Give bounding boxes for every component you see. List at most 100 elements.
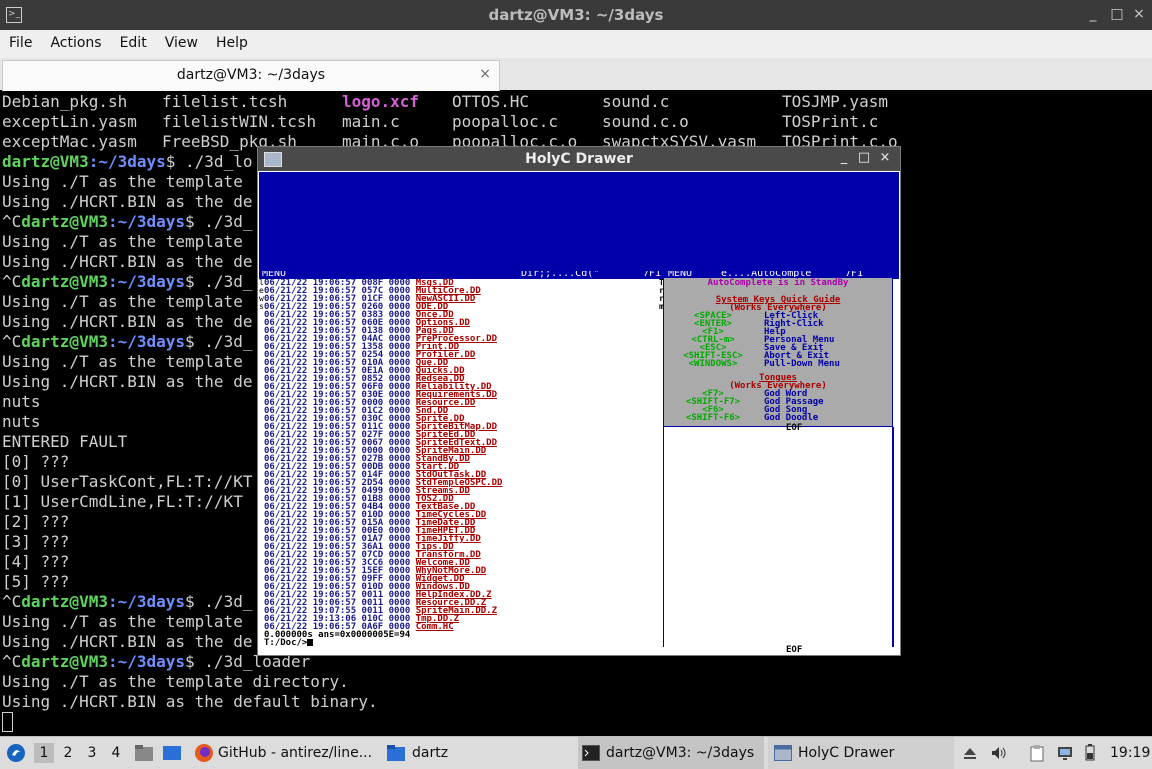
tab-bar: dartz@VM3: ~/3days × <box>0 58 1152 91</box>
maximize-button[interactable]: □ <box>1108 5 1126 23</box>
prompt-line: ^Cdartz@VM3:~/3days$ ./3d_ <box>2 272 252 292</box>
command: ./3d_ <box>204 332 253 351</box>
minimize-button[interactable]: _ <box>1084 5 1102 23</box>
menu-help[interactable]: Help <box>207 30 257 51</box>
help-key: <SHIFT-F6> <box>685 413 741 423</box>
task-holyc[interactable]: HolyC Drawer <box>768 737 954 769</box>
workspace-2[interactable]: 2 <box>58 743 78 763</box>
command: ./3d_lo <box>185 152 253 171</box>
output-line: ENTERED FAULT <box>2 432 128 451</box>
prompt-suffix: $ <box>185 652 205 671</box>
file-entry: poopalloc.c <box>452 112 558 131</box>
task-label: GitHub - antirez/line... <box>218 745 373 761</box>
holyc-canvas[interactable] <box>259 172 899 272</box>
output-line: [4] ??? <box>2 552 70 571</box>
clipboard-icon[interactable] <box>1028 737 1046 769</box>
output-line: nuts <box>2 392 41 411</box>
prompt-suffix: $ <box>185 332 205 351</box>
prompt-user: dartz@VM3 <box>21 212 108 231</box>
power-icon[interactable] <box>1082 737 1098 769</box>
show-desktop-icon[interactable] <box>162 737 182 769</box>
volume-icon[interactable] <box>990 737 1008 769</box>
output-line: Using ./T as the template <box>2 232 243 251</box>
workspace-4[interactable]: 4 <box>106 743 126 763</box>
prompt-user: dartz@VM3 <box>21 592 108 611</box>
scrollbar[interactable] <box>892 427 894 647</box>
tab-close-button[interactable]: × <box>479 66 491 82</box>
task-label: dartz <box>412 745 449 761</box>
task-label: dartz@VM3: ~/3days <box>606 745 755 761</box>
holyc-prompt-line[interactable]: T:/Doc/> <box>264 639 659 647</box>
standby-text: AutoComplete is in StandBy <box>707 278 849 288</box>
output-line: nuts <box>2 412 41 431</box>
workspace-3[interactable]: 3 <box>82 743 102 763</box>
file-entry: OTTOS.HC <box>452 92 530 111</box>
task-firefox[interactable]: GitHub - antirez/line... <box>194 737 372 769</box>
task-terminal[interactable]: dartz@VM3: ~/3days <box>578 737 764 769</box>
prompt-suffix: $ <box>185 592 205 611</box>
close-button[interactable]: × <box>877 150 893 166</box>
output-line: Using ./T as the template <box>2 292 243 311</box>
tab-label: dartz@VM3: ~/3days <box>176 67 326 83</box>
task-dartz[interactable]: dartz <box>386 737 448 769</box>
output-line: Using ./HCRT.BIN as the de <box>2 632 253 651</box>
holyc-cursor <box>307 639 314 646</box>
command: ./3d_ <box>204 592 253 611</box>
firefox-icon <box>195 744 213 762</box>
output-line: Using ./HCRT.BIN as the default binary. <box>2 692 378 711</box>
prompt-path: :~/3days <box>88 152 166 171</box>
network-icon[interactable] <box>1056 737 1074 769</box>
prompt-line: ^Cdartz@VM3:~/3days$ ./3d_ <box>2 332 252 352</box>
close-button[interactable]: × <box>1130 5 1148 23</box>
ctrl-c: ^C <box>2 212 22 231</box>
prompt-suffix: $ <box>165 152 186 171</box>
window-title: dartz@VM3: ~/3days <box>488 6 664 24</box>
ctrl-c: ^C <box>2 652 22 671</box>
output-line: [0] ??? <box>2 452 70 471</box>
file-entry: TOSJMP.yasm <box>782 92 888 111</box>
eject-icon[interactable] <box>962 737 978 769</box>
menu-bar: File Actions Edit View Help <box>0 30 1152 59</box>
prompt-path: :~/3days <box>107 212 186 231</box>
prompt-path: :~/3days <box>107 272 186 291</box>
prompt-user: dartz@VM3 <box>21 652 108 671</box>
maximize-button[interactable]: □ <box>856 150 872 166</box>
clock[interactable]: 19:19 <box>1110 737 1150 769</box>
help-key: <WINDOWS> <box>688 359 738 369</box>
prompt-path: :~/3days <box>107 332 186 351</box>
menu-actions[interactable]: Actions <box>41 30 110 51</box>
file-entry: main.c <box>342 112 400 131</box>
task-label: HolyC Drawer <box>798 745 895 761</box>
ctrl-c: ^C <box>2 332 22 351</box>
output-line: [0] UserTaskCont,FL:T://KT <box>2 472 253 491</box>
ctrl-c: ^C <box>2 592 22 611</box>
listing-file-link[interactable]: Comm.HC <box>416 622 454 632</box>
menu-label[interactable]: MENU <box>262 271 286 279</box>
start-menu-icon[interactable] <box>6 737 26 769</box>
file-entry: filelistWIN.tcsh <box>162 112 317 131</box>
file-entry: sound.c.o <box>602 112 689 131</box>
directory-listing[interactable]: 06/21/22 19:06:57 008F 0000 Msgs.DD 06/21… <box>264 279 659 647</box>
file-manager-icon[interactable] <box>134 737 154 769</box>
menu-file[interactable]: File <box>0 30 41 51</box>
eof-marker: EOF <box>786 423 803 433</box>
menu-edit[interactable]: Edit <box>111 30 156 51</box>
menu-view[interactable]: View <box>156 30 207 51</box>
holyc-window[interactable]: HolyC Drawer _ □ × MENU Dir;;....Cd(" 7F… <box>257 146 901 656</box>
file-entry: TOSPrint.c <box>782 112 879 131</box>
output-line: [1] UserCmdLine,FL:T://KT <box>2 492 243 511</box>
terminal-icon <box>582 745 600 761</box>
minimize-button[interactable]: _ <box>836 150 852 166</box>
help-action[interactable]: God Doodle <box>764 414 818 423</box>
window-icon <box>774 745 792 761</box>
workspace-1[interactable]: 1 <box>34 743 54 763</box>
output-line: [5] ??? <box>2 572 70 591</box>
prompt-suffix: $ <box>185 272 205 291</box>
help-action[interactable]: Pull-Down Menu <box>764 360 840 369</box>
terminal-titlebar: >_ dartz@VM3: ~/3days _ □ × <box>0 0 1152 30</box>
terminal-tab[interactable]: dartz@VM3: ~/3days × <box>2 60 500 91</box>
prompt-user: dartz@VM3 <box>21 332 108 351</box>
command: ./3d_ <box>204 212 253 231</box>
prompt-line: dartz@VM3:~/3days$ ./3d_lo <box>2 152 252 172</box>
holyc-titlebar[interactable]: HolyC Drawer _ □ × <box>258 147 900 171</box>
